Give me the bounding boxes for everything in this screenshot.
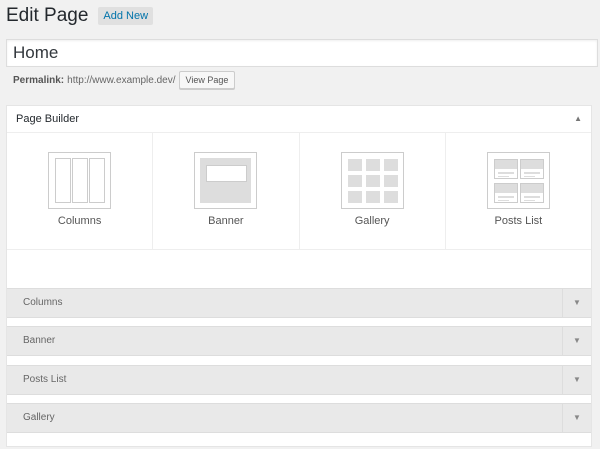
page-title-input[interactable]: Home bbox=[6, 39, 598, 67]
collapse-toggle-icon[interactable]: ▲ bbox=[574, 106, 582, 132]
row-label: Posts List bbox=[23, 374, 67, 385]
builder-row-banner[interactable]: Banner ▼ bbox=[7, 326, 591, 356]
row-label: Gallery bbox=[23, 412, 55, 423]
add-new-button[interactable]: Add New bbox=[98, 7, 154, 25]
page-builder-title: Page Builder bbox=[16, 113, 79, 125]
row-expand-icon[interactable]: ▼ bbox=[562, 327, 591, 355]
module-palette: Columns Banner Gallery Posts List bbox=[7, 133, 591, 250]
permalink-label: Permalink: bbox=[13, 74, 65, 86]
module-label: Gallery bbox=[354, 215, 390, 227]
page-header: Edit Page Add New bbox=[6, 5, 154, 27]
row-expand-icon[interactable]: ▼ bbox=[562, 404, 591, 432]
page-builder-header[interactable]: Page Builder ▲ bbox=[7, 106, 591, 133]
gallery-icon bbox=[340, 152, 404, 209]
columns-icon bbox=[48, 152, 112, 209]
builder-row-gallery[interactable]: Gallery ▼ bbox=[7, 403, 591, 433]
row-expand-icon[interactable]: ▼ bbox=[562, 366, 591, 394]
permalink-url[interactable]: http://www.example.dev/ bbox=[67, 75, 175, 86]
view-page-button[interactable]: View Page bbox=[178, 71, 236, 89]
row-expand-icon[interactable]: ▼ bbox=[562, 289, 591, 317]
module-columns[interactable]: Columns bbox=[7, 133, 154, 249]
module-label: Posts List bbox=[494, 215, 543, 227]
posts-list-icon bbox=[486, 152, 550, 209]
banner-icon bbox=[194, 152, 258, 209]
builder-row-posts-list[interactable]: Posts List ▼ bbox=[7, 365, 591, 395]
row-label: Columns bbox=[23, 297, 63, 308]
module-gallery[interactable]: Gallery bbox=[300, 133, 446, 249]
module-label: Columns bbox=[57, 215, 102, 227]
module-banner[interactable]: Banner bbox=[153, 133, 300, 249]
row-label: Banner bbox=[23, 335, 56, 346]
builder-row-columns[interactable]: Columns ▼ bbox=[7, 288, 591, 318]
module-posts-list[interactable]: Posts List bbox=[446, 133, 591, 249]
page-title: Edit Page bbox=[6, 5, 89, 26]
module-label: Banner bbox=[208, 215, 244, 227]
page-builder-box: Page Builder ▲ Columns Banner Gallery Po… bbox=[6, 105, 592, 447]
permalink: Permalink: http://www.example.dev/ View … bbox=[13, 71, 236, 89]
